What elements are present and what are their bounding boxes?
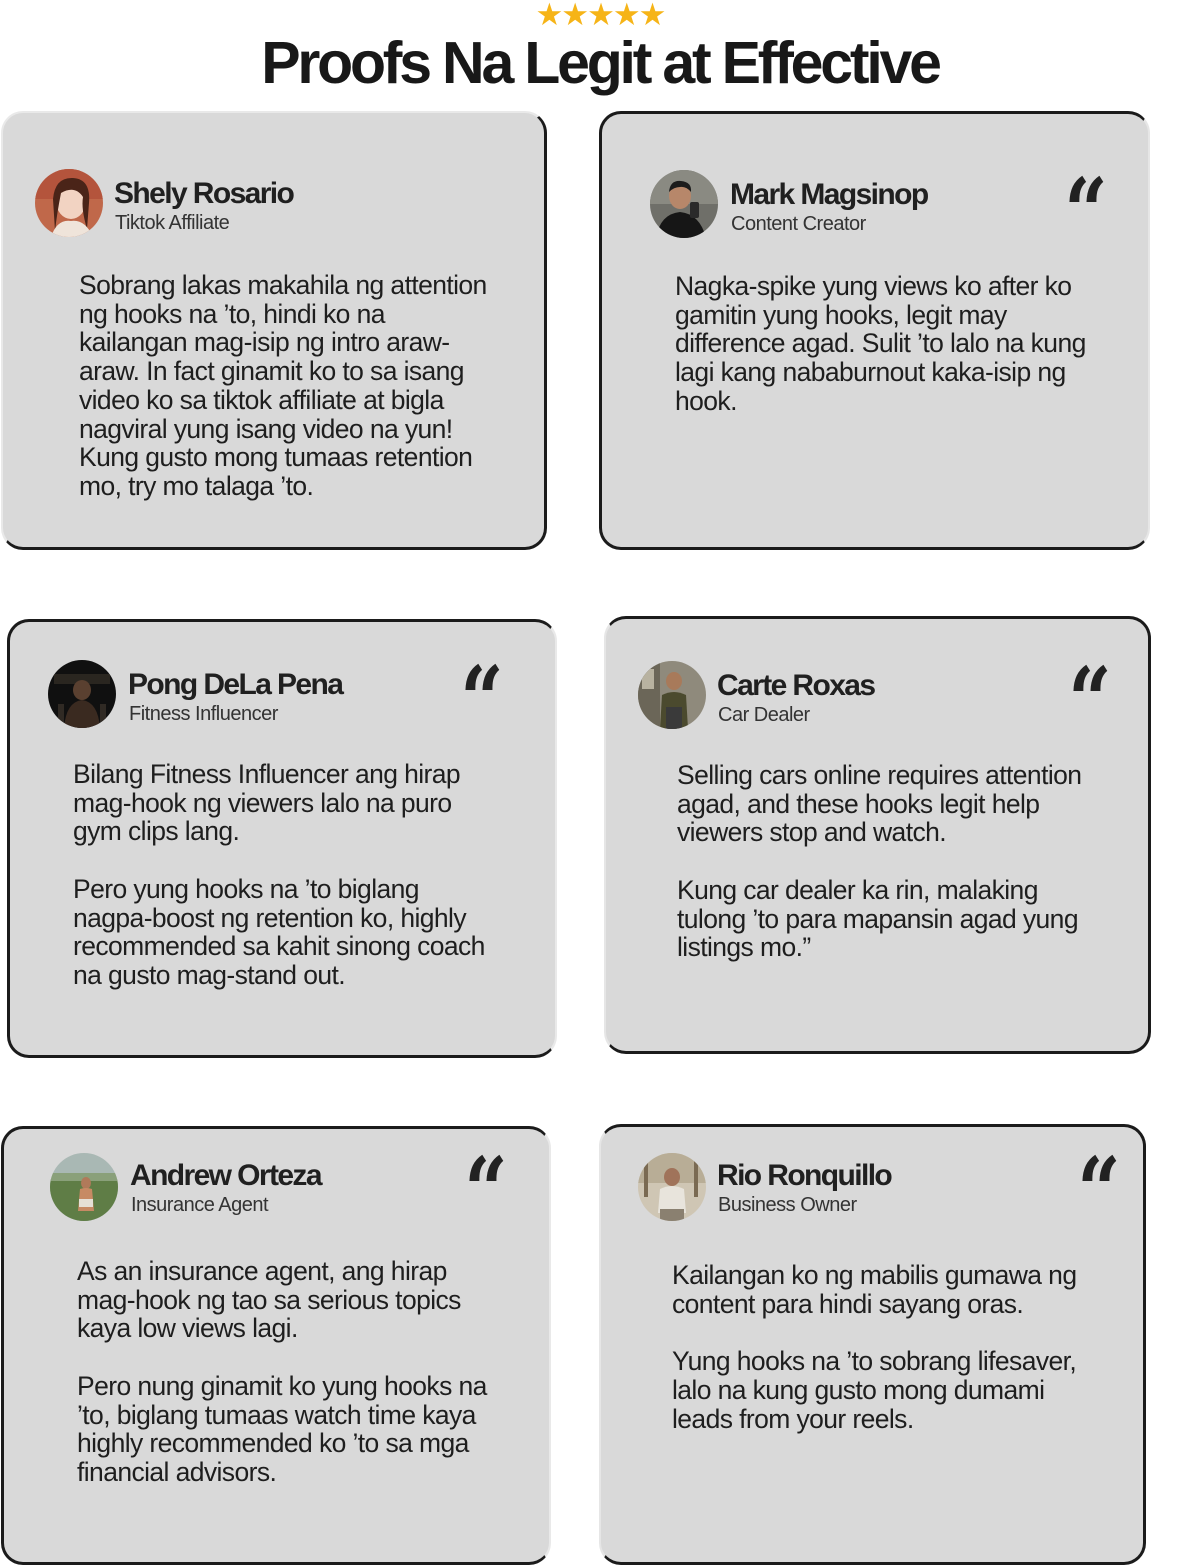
reviewer-name: Andrew Orteza xyxy=(130,1159,323,1192)
testimonial-card: Rio Ronquillo Business Owner “ Kailangan… xyxy=(599,1124,1146,1565)
testimonial-paragraph: Bilang Fitness Influencer ang hirap mag-… xyxy=(73,759,461,847)
testimonial-paragraph: Pero yung hooks na ’to biglang nagpa-boo… xyxy=(73,873,485,990)
reviewer-role: Tiktok Affiliate xyxy=(115,212,230,234)
quote-icon: “ xyxy=(1064,158,1107,266)
testimonial-card: Carte Roxas Car Dealer “ Selling cars on… xyxy=(604,616,1151,1054)
testimonial-card: Mark Magsinop Content Creator “ Nagka-sp… xyxy=(599,111,1150,550)
avatar xyxy=(638,661,706,729)
reviewer-role: Business Owner xyxy=(718,1194,857,1216)
testimonial-paragraph: As an insurance agent, ang hirap mag-hoo… xyxy=(77,1256,461,1344)
testimonial-paragraph: Pero nung ginamit ko yung hooks na ’to, … xyxy=(77,1370,487,1487)
testimonial-text: As an insurance agent, ang hirap mag-hoo… xyxy=(77,1257,497,1487)
quote-icon: “ xyxy=(464,1137,507,1245)
testimonial-paragraph: Kailangan ko ng mabilis gumawa ng conten… xyxy=(672,1260,1077,1319)
testimonial-paragraph: Kung car dealer ka rin, malaking tulong … xyxy=(677,874,1079,963)
testimonial-paragraph: Yung hooks na ’to sobrang lifesaver, lal… xyxy=(672,1346,1077,1434)
reviewer-role: Car Dealer xyxy=(718,704,810,726)
reviewer-role: Insurance Agent xyxy=(131,1194,269,1216)
testimonial-card: Shely Rosario Tiktok Affiliate Sobrang l… xyxy=(1,111,547,550)
testimonial-text: Sobrang lakas makahila ng attention ng h… xyxy=(79,271,499,501)
testimonial-paragraph: Nagka-spike yung views ko after ko gamit… xyxy=(675,271,1086,416)
avatar xyxy=(50,1153,118,1221)
testimonial-text: Kailangan ko ng mabilis gumawa ng conten… xyxy=(672,1261,1092,1433)
reviewer-name: Mark Magsinop xyxy=(730,178,929,211)
reviewer-role: Fitness Influencer xyxy=(129,703,278,725)
avatar xyxy=(48,660,116,728)
reviewer-name: Rio Ronquillo xyxy=(717,1159,893,1192)
testimonial-card: Andrew Orteza Insurance Agent “ As an in… xyxy=(1,1126,551,1565)
testimonial-text: Selling cars online requires attention a… xyxy=(677,761,1097,962)
testimonial-paragraph: Sobrang lakas makahila ng attention ng h… xyxy=(79,270,487,501)
page-title: Proofs Na Legit at Effective xyxy=(261,30,942,96)
testimonial-text: Nagka-spike yung views ko after ko gamit… xyxy=(675,272,1095,416)
quote-icon: “ xyxy=(460,646,503,754)
testimonial-paragraph: Selling cars online requires attention a… xyxy=(677,760,1082,848)
reviewer-role: Content Creator xyxy=(731,213,866,235)
reviewer-name: Pong DeLa Pena xyxy=(128,668,344,701)
avatar xyxy=(650,170,718,238)
reviewer-name: Carte Roxas xyxy=(717,669,876,702)
quote-icon: “ xyxy=(1077,1137,1120,1245)
avatar xyxy=(35,169,103,237)
avatar xyxy=(638,1153,706,1221)
reviewer-name: Shely Rosario xyxy=(114,177,295,210)
quote-icon: “ xyxy=(1068,647,1111,755)
testimonial-text: Bilang Fitness Influencer ang hirap mag-… xyxy=(73,760,503,990)
testimonial-card: Pong DeLa Pena Fitness Influencer “ Bila… xyxy=(7,619,557,1058)
